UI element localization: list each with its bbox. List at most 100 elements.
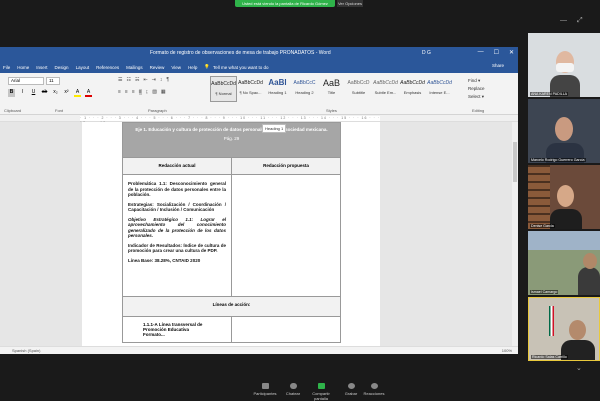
- style-sample: AaBl: [268, 78, 287, 87]
- subscript-button[interactable]: x₂: [52, 89, 59, 97]
- style-heading-1[interactable]: AaBl Heading 1: [264, 76, 291, 102]
- participants-button[interactable]: Participantes: [250, 383, 280, 396]
- align-center-icon[interactable]: ≡: [125, 89, 128, 95]
- tab-mailings[interactable]: Mailings: [126, 65, 143, 70]
- chat-icon: [289, 383, 297, 389]
- style-name: Subtle Em...: [374, 90, 397, 95]
- bookshelf: [528, 165, 550, 229]
- record-label: Grabar: [344, 391, 358, 396]
- bold-button[interactable]: B: [8, 89, 15, 97]
- shading-icon[interactable]: ▨: [152, 89, 157, 95]
- document-canvas[interactable]: Eje 1. Educación y cultura de protección…: [0, 122, 518, 346]
- style-subtitle[interactable]: AaBbCcD Subtitle: [345, 76, 372, 102]
- highlight-button[interactable]: A: [74, 89, 81, 97]
- table-header[interactable]: Eje 1. Educación y cultura de protección…: [122, 122, 341, 158]
- style-title[interactable]: AaB Title: [318, 76, 345, 102]
- style-intense-emphasis[interactable]: AaBbCcDd Intense E...: [426, 76, 453, 102]
- zoom-level[interactable]: 100%: [502, 347, 512, 354]
- ruler[interactable]: · 1 · · · 2 · · · 3 · · · 4 · · · 5 · · …: [0, 115, 518, 125]
- style-sample: AaBbCcDd: [373, 80, 398, 86]
- align-left-icon[interactable]: ≡: [118, 89, 121, 95]
- pilcrow-icon[interactable]: ¶: [166, 77, 169, 83]
- participant-tile-active-speaker[interactable]: Ricardo Salas Carrillo: [528, 297, 600, 361]
- share-button[interactable]: Share: [492, 63, 504, 68]
- reactions-button[interactable]: Reacciones: [359, 383, 389, 396]
- strikethrough-button[interactable]: ab: [41, 89, 48, 97]
- style-emphasis[interactable]: AaBbCcDd Emphasis: [399, 76, 426, 102]
- replace-button[interactable]: Replace: [468, 85, 485, 93]
- justify-icon[interactable]: ≡: [138, 89, 142, 95]
- tab-help[interactable]: Help: [188, 65, 197, 70]
- scroll-thumb[interactable]: [513, 142, 517, 182]
- align-right-icon[interactable]: ≡: [132, 89, 135, 95]
- underline-button[interactable]: U: [30, 89, 37, 97]
- find-button[interactable]: Find ▾: [468, 77, 485, 85]
- participant-tile[interactable]: Ismael Camargo: [528, 231, 600, 295]
- participant-face: [583, 253, 597, 269]
- minimize-icon[interactable]: —: [560, 17, 567, 25]
- action-lines-header[interactable]: Líneas de acción:: [122, 296, 341, 317]
- italic-button[interactable]: I: [19, 89, 26, 97]
- tab-review[interactable]: Review: [150, 65, 165, 70]
- tab-home[interactable]: Home: [17, 65, 29, 70]
- tab-layout[interactable]: Layout: [76, 65, 90, 70]
- participant-face: [557, 185, 574, 207]
- superscript-button[interactable]: x²: [63, 89, 70, 97]
- font-name-dropdown[interactable]: Arial: [8, 77, 44, 85]
- bullets-icon[interactable]: ☰: [118, 77, 122, 83]
- proposed-text-cell[interactable]: [231, 174, 341, 297]
- close-icon[interactable]: ✕: [509, 49, 514, 56]
- maximize-icon[interactable]: ☐: [494, 49, 499, 56]
- numbering-icon[interactable]: ☷: [126, 77, 130, 83]
- participant-tile[interactable]: ANA KAREN PADILLA: [528, 33, 600, 97]
- language-indicator[interactable]: Spanish (Spain): [12, 348, 40, 353]
- action-line-proposed-cell[interactable]: [231, 316, 341, 343]
- minimize-icon[interactable]: —: [478, 49, 484, 56]
- face-mask: [556, 63, 574, 72]
- tab-references[interactable]: References: [96, 65, 119, 70]
- screen-share-banner[interactable]: Usted está viendo la pantalla de Ricardo…: [235, 0, 335, 7]
- tab-view[interactable]: View: [171, 65, 181, 70]
- multilevel-icon[interactable]: ☵: [135, 77, 139, 83]
- style-name: ¶ No Spac...: [239, 90, 262, 95]
- column-header-current[interactable]: Redacción actual: [122, 157, 232, 175]
- vertical-scrollbar[interactable]: [512, 122, 518, 346]
- style-no-spacing[interactable]: AaBbCcDd ¶ No Spac...: [237, 76, 264, 102]
- editing-group-label: Editing: [472, 108, 485, 113]
- participant-tile[interactable]: Denise Garcia: [528, 165, 600, 229]
- user-avatar[interactable]: D G: [422, 50, 431, 56]
- participant-name: Ismael Camargo: [530, 290, 559, 294]
- view-options-button[interactable]: Ver Opciones: [337, 0, 363, 7]
- participant-name: Denise Garcia: [530, 224, 555, 228]
- font-size-dropdown[interactable]: 11: [46, 77, 60, 85]
- meeting-top-controls: — ⤢: [560, 17, 583, 25]
- axis-heading: Eje 1. Educación y cultura de protección…: [135, 127, 328, 132]
- borders-icon[interactable]: ▦: [161, 89, 166, 95]
- select-button[interactable]: Select ▾: [468, 93, 485, 101]
- action-line-cell[interactable]: 1.1.1-A Línea transversal de Promoción E…: [122, 316, 232, 343]
- tab-design[interactable]: Design: [55, 65, 69, 70]
- chevron-down-icon[interactable]: ⌄: [576, 364, 582, 372]
- font-color-button[interactable]: A: [85, 89, 92, 97]
- participant-tile[interactable]: Marcelo Rodrigo Guerrero García: [528, 99, 600, 163]
- tab-file[interactable]: File: [3, 65, 10, 70]
- status-bar: Spanish (Spain) 100%: [0, 346, 518, 354]
- styles-group-label: Styles: [326, 108, 337, 113]
- style-subtle-emphasis[interactable]: AaBbCcDd Subtle Em...: [372, 76, 399, 102]
- line-spacing-icon[interactable]: ↨: [146, 89, 149, 95]
- decrease-indent-icon[interactable]: ⇤: [143, 77, 147, 83]
- column-header-proposed[interactable]: Redacción propuesta: [231, 157, 341, 175]
- style-heading-2[interactable]: AaBbCcC Heading 2: [291, 76, 318, 102]
- chat-button[interactable]: Chatear: [278, 383, 308, 396]
- share-screen-button[interactable]: Compartir pantalla: [306, 383, 336, 401]
- style-sample: AaBbCcC: [293, 80, 316, 86]
- fullscreen-icon[interactable]: ⤢: [577, 17, 583, 25]
- increase-indent-icon[interactable]: ⇥: [152, 77, 156, 83]
- tab-insert[interactable]: Insert: [36, 65, 47, 70]
- tell-me-box[interactable]: 💡 Tell me what you want to do: [204, 64, 268, 70]
- sort-icon[interactable]: ↕: [160, 77, 163, 83]
- style-sample: AaB: [322, 78, 340, 88]
- style-normal[interactable]: AaBbCcDd ¶ Normal: [210, 76, 237, 102]
- document-page[interactable]: Eje 1. Educación y cultura de protección…: [82, 122, 380, 346]
- current-text-cell[interactable]: Problemática 1.1: Desconocimiento genera…: [122, 174, 232, 297]
